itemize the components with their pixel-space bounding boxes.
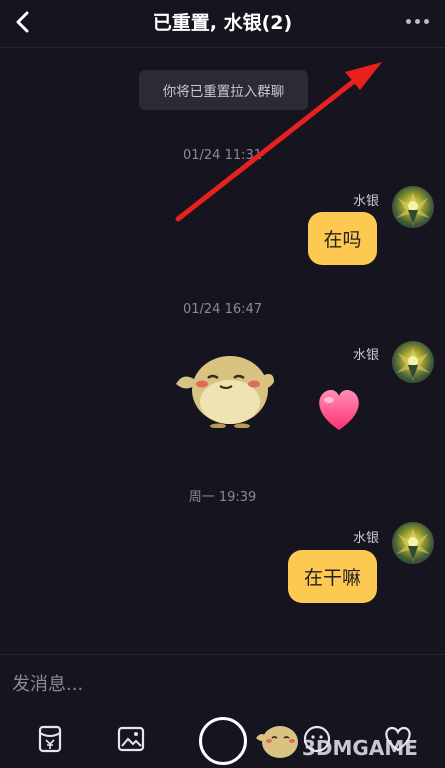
sender-name: 水银 — [352, 531, 379, 546]
red-packet-icon — [38, 725, 62, 753]
message-timestamp: 周一 19:39 — [188, 490, 257, 505]
watermark: 3DMGAME — [302, 736, 418, 760]
more-options-button[interactable] — [397, 6, 437, 36]
image-icon — [117, 726, 145, 752]
chat-header: 已重置, 水银(2) — [0, 0, 445, 48]
message-bubble[interactable]: 在干嘛 — [288, 550, 377, 603]
message-bubble[interactable]: 在吗 — [308, 212, 377, 265]
sticker-icon[interactable] — [252, 716, 302, 762]
message-input[interactable] — [12, 669, 432, 699]
avatar[interactable] — [392, 341, 434, 383]
duck-sticker[interactable] — [170, 342, 278, 428]
record-button[interactable] — [199, 717, 247, 765]
input-bar — [0, 654, 445, 712]
more-dot — [414, 18, 420, 24]
sender-name: 水银 — [352, 348, 379, 363]
image-button[interactable] — [114, 722, 148, 756]
avatar[interactable] — [392, 186, 434, 228]
message-timestamp: 01/24 16:47 — [182, 302, 263, 317]
avatar[interactable] — [392, 522, 434, 564]
chat-title: 已重置, 水银(2) — [152, 12, 293, 34]
more-dot — [423, 18, 429, 24]
heart-sticker[interactable] — [315, 388, 363, 432]
sender-name: 水银 — [352, 194, 379, 209]
message-timestamp: 01/24 11:31 — [182, 148, 263, 163]
more-dots-icon — [405, 18, 411, 24]
avatar-image — [396, 528, 430, 562]
avatar-image — [396, 347, 430, 381]
system-note: 你将已重置拉入群聊 — [139, 70, 308, 110]
avatar-image — [396, 192, 430, 226]
red-packet-button[interactable] — [33, 722, 67, 756]
